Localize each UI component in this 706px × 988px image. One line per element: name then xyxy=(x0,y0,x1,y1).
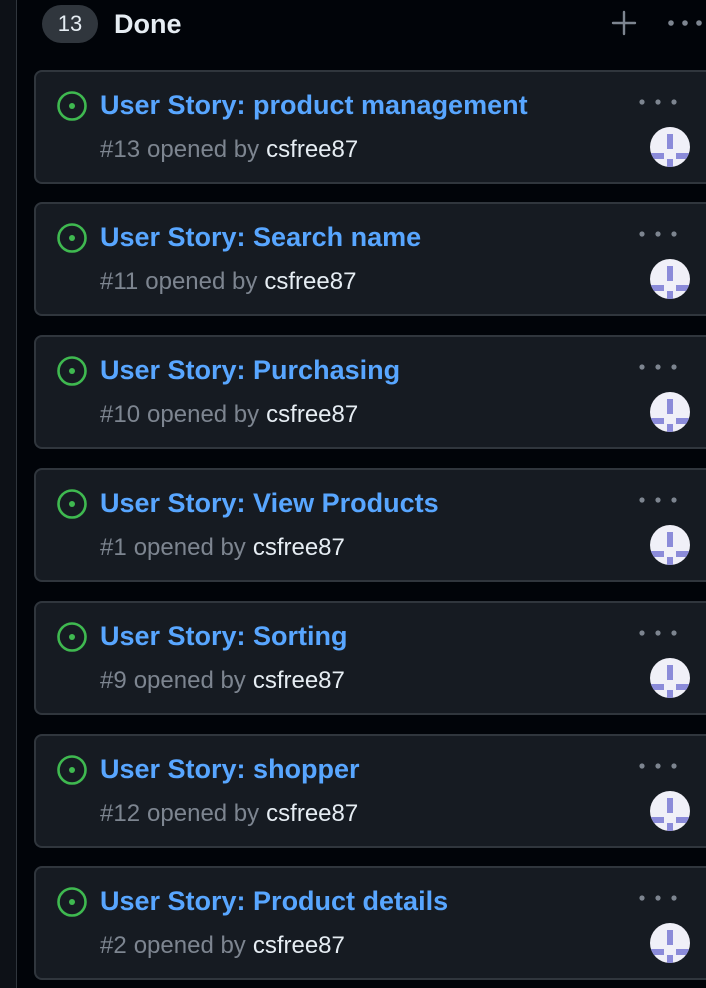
card-menu-button[interactable] xyxy=(636,621,680,645)
issue-number: #13 xyxy=(100,136,141,163)
kebab-horizontal-icon xyxy=(639,99,677,105)
issue-card[interactable]: User Story: Search name #11 opened by csfr… xyxy=(34,202,706,316)
kebab-horizontal-icon xyxy=(639,895,677,901)
kebab-horizontal-icon xyxy=(639,364,677,370)
issue-meta: #10 opened by csfree87 xyxy=(100,399,358,431)
assignee-avatar[interactable] xyxy=(650,392,690,432)
kebab-horizontal-icon xyxy=(639,763,677,769)
issue-title-link[interactable]: User Story: shopper xyxy=(100,752,360,786)
card-menu-button[interactable] xyxy=(636,886,680,910)
kebab-horizontal-icon xyxy=(639,630,677,636)
issue-card[interactable]: User Story: product management #13 opened… xyxy=(34,70,706,184)
assignee-avatar[interactable] xyxy=(650,525,690,565)
plus-icon xyxy=(611,10,637,36)
issue-number: #10 xyxy=(100,401,141,428)
author-link[interactable]: csfree87 xyxy=(253,667,345,694)
identicon-avatar xyxy=(650,791,690,831)
issue-meta: #9 opened by csfree87 xyxy=(100,665,345,697)
author-link[interactable]: csfree87 xyxy=(253,534,345,561)
assignee-avatar[interactable] xyxy=(650,658,690,698)
issue-opened-icon xyxy=(57,622,87,652)
author-link[interactable]: csfree87 xyxy=(266,136,358,163)
card-menu-button[interactable] xyxy=(636,222,680,246)
author-link[interactable]: csfree87 xyxy=(266,401,358,428)
card-menu-button[interactable] xyxy=(636,90,680,114)
issue-opened-icon xyxy=(57,91,87,121)
done-column: 13 Done User Story: product management #… xyxy=(17,0,706,988)
assignee-avatar[interactable] xyxy=(650,791,690,831)
opened-by-label: opened by xyxy=(147,401,260,428)
card-menu-button[interactable] xyxy=(636,488,680,512)
column-menu-button[interactable] xyxy=(665,8,706,38)
column-header: 13 Done xyxy=(17,0,706,50)
issue-card[interactable]: User Story: shopper #12 opened by csfree87 xyxy=(34,734,706,848)
opened-by-label: opened by xyxy=(133,534,246,561)
issue-card[interactable]: User Story: View Products #1 opened by csf… xyxy=(34,468,706,582)
identicon-avatar xyxy=(650,392,690,432)
issue-number: #2 xyxy=(100,932,127,959)
issue-number: #9 xyxy=(100,667,127,694)
identicon-avatar xyxy=(650,525,690,565)
issue-card[interactable]: User Story: Product details #2 opened by c… xyxy=(34,866,706,980)
item-count-badge: 13 xyxy=(42,5,98,43)
issue-opened-icon xyxy=(57,755,87,785)
kebab-horizontal-icon xyxy=(668,20,702,26)
identicon-avatar xyxy=(650,923,690,963)
opened-by-label: opened by xyxy=(147,800,260,827)
issue-opened-icon xyxy=(57,489,87,519)
identicon-avatar xyxy=(650,127,690,167)
opened-by-label: opened by xyxy=(133,932,246,959)
issue-meta: #2 opened by csfree87 xyxy=(100,930,345,962)
assignee-avatar[interactable] xyxy=(650,923,690,963)
issue-title-link[interactable]: User Story: Product details xyxy=(100,884,448,918)
kebab-horizontal-icon xyxy=(639,497,677,503)
issue-number: #12 xyxy=(100,800,141,827)
left-column-edge xyxy=(0,0,17,988)
issue-title-link[interactable]: User Story: product management xyxy=(100,88,528,122)
card-menu-button[interactable] xyxy=(636,754,680,778)
opened-by-label: opened by xyxy=(133,667,246,694)
issue-number: #1 xyxy=(100,534,127,561)
issue-number: #11 xyxy=(100,268,139,295)
issue-opened-icon xyxy=(57,223,87,253)
author-link[interactable]: csfree87 xyxy=(264,268,356,295)
issue-title-link[interactable]: User Story: View Products xyxy=(100,486,439,520)
issue-meta: #11 opened by csfree87 xyxy=(100,266,356,298)
column-title: Done xyxy=(114,9,182,39)
issue-meta: #13 opened by csfree87 xyxy=(100,134,358,166)
identicon-avatar xyxy=(650,259,690,299)
opened-by-label: opened by xyxy=(147,136,260,163)
assignee-avatar[interactable] xyxy=(650,259,690,299)
issue-title-link[interactable]: User Story: Sorting xyxy=(100,619,348,653)
kebab-horizontal-icon xyxy=(639,231,677,237)
assignee-avatar[interactable] xyxy=(650,127,690,167)
issue-opened-icon xyxy=(57,356,87,386)
issue-title-link[interactable]: User Story: Search name xyxy=(100,220,421,254)
issue-card[interactable]: User Story: Sorting #9 opened by csfree87 xyxy=(34,601,706,715)
author-link[interactable]: csfree87 xyxy=(253,932,345,959)
issue-meta: #1 opened by csfree87 xyxy=(100,532,345,564)
card-menu-button[interactable] xyxy=(636,355,680,379)
issue-title-link[interactable]: User Story: Purchasing xyxy=(100,353,400,387)
identicon-avatar xyxy=(650,658,690,698)
issue-card[interactable]: User Story: Purchasing #10 opened by csfre… xyxy=(34,335,706,449)
opened-by-label: opened by xyxy=(145,268,258,295)
author-link[interactable]: csfree87 xyxy=(266,800,358,827)
issue-opened-icon xyxy=(57,887,87,917)
add-item-button[interactable] xyxy=(609,8,639,38)
issue-meta: #12 opened by csfree87 xyxy=(100,798,358,830)
